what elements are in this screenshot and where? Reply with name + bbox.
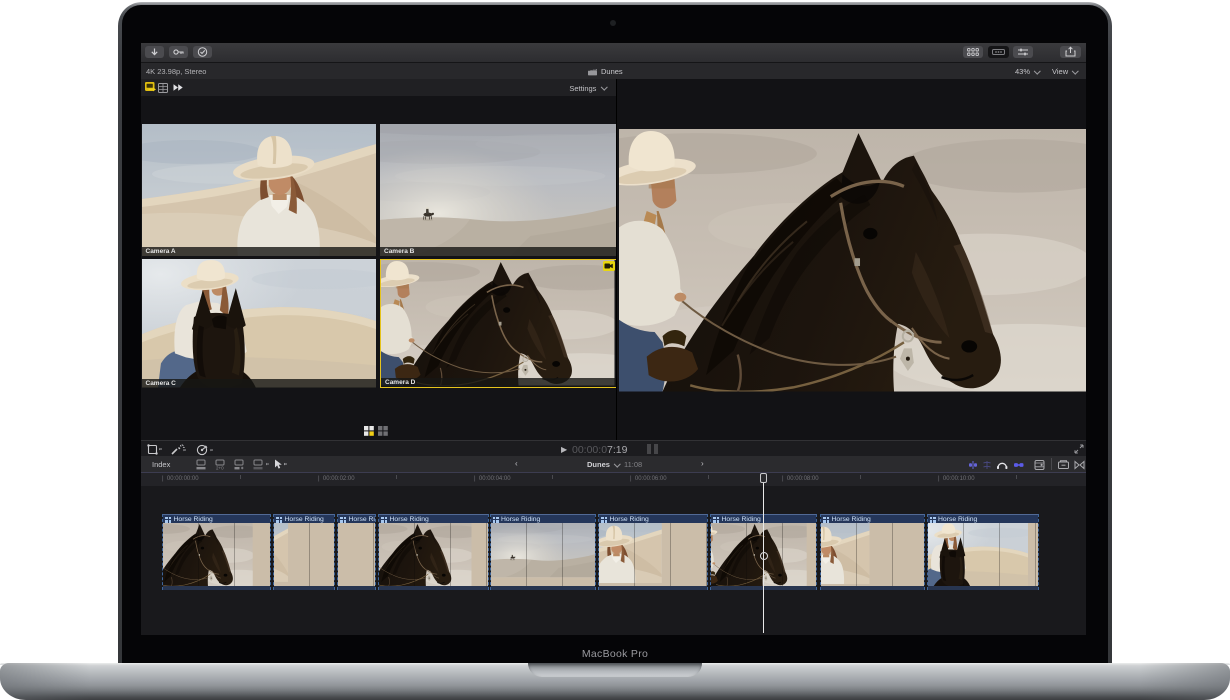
svg-text:2+0: 2+0 bbox=[216, 466, 224, 470]
